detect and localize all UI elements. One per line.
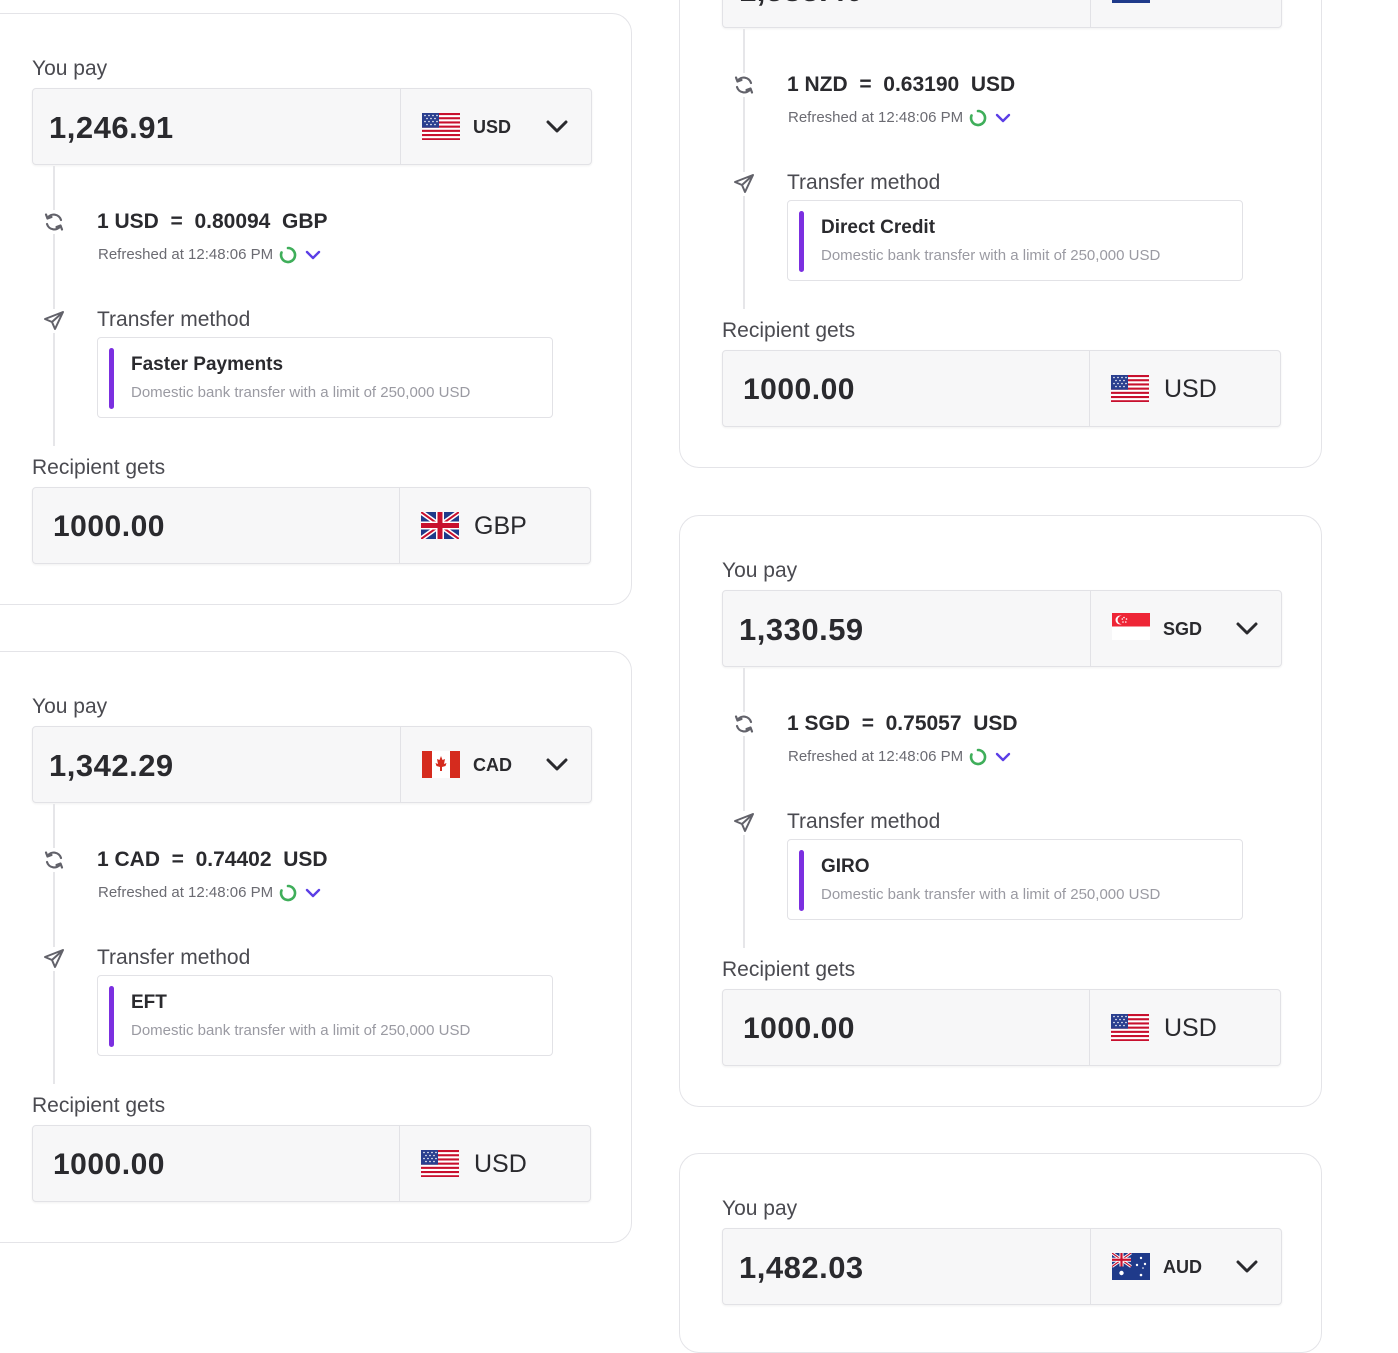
- recipient-currency-code: USD: [1164, 1014, 1217, 1042]
- pay-amount-value[interactable]: 1,330.59: [739, 591, 864, 668]
- method-name: Faster Payments: [131, 354, 284, 375]
- refresh-cycle-icon: [42, 210, 66, 234]
- pay-amount-value[interactable]: 1,246.91: [49, 89, 174, 166]
- you-pay-label: You pay: [32, 695, 108, 718]
- pay-amount-field[interactable]: 1,330.59 SGD: [722, 590, 1282, 667]
- loading-spinner-icon: [969, 748, 987, 766]
- exchange-rate: 1 SGD = 0.75057 USD: [787, 712, 1018, 735]
- transfer-method-label: Transfer method: [787, 171, 941, 194]
- paper-plane-icon: [42, 947, 66, 971]
- ca-flag-icon: [422, 751, 460, 778]
- us-flag-icon: [422, 113, 460, 140]
- pay-currency-code[interactable]: AUD: [1163, 1229, 1202, 1306]
- chevron-down-icon[interactable]: [1235, 1257, 1259, 1277]
- transfer-card-aud: You pay 1,482.03 AUD: [679, 1153, 1322, 1353]
- pay-currency-code[interactable]: SGD: [1163, 591, 1202, 668]
- chevron-down-icon[interactable]: [1235, 619, 1259, 639]
- recipient-currency-code: USD: [1164, 375, 1217, 403]
- chevron-down-icon[interactable]: [305, 249, 321, 261]
- recipient-gets-label: Recipient gets: [722, 958, 856, 981]
- chevron-down-icon[interactable]: [305, 887, 321, 899]
- gb-flag-icon: [421, 512, 459, 539]
- transfer-method-option[interactable]: Faster Payments Domestic bank transfer w…: [97, 337, 553, 418]
- us-flag-icon: [1111, 375, 1149, 402]
- method-description: Domestic bank transfer with a limit of 2…: [131, 384, 471, 401]
- refreshed-time: Refreshed at 12:48:06 PM: [98, 246, 321, 264]
- method-name: EFT: [131, 992, 167, 1013]
- loading-spinner-icon: [279, 246, 297, 264]
- recipient-currency-code: USD: [474, 1150, 527, 1178]
- refresh-cycle-icon: [42, 848, 66, 872]
- exchange-rate: 1 NZD = 0.63190 USD: [787, 73, 1016, 96]
- method-name: Direct Credit: [821, 217, 936, 238]
- transfer-card-sgd: You pay 1,330.59 SGD 1 SGD = 0.75057 USD…: [679, 515, 1322, 1107]
- loading-spinner-icon: [969, 109, 987, 127]
- refresh-cycle-icon: [732, 73, 756, 97]
- pay-amount-value[interactable]: 1,583.40: [739, 0, 864, 29]
- refreshed-time: Refreshed at 12:48:06 PM: [788, 748, 1011, 766]
- refreshed-time: Refreshed at 12:48:06 PM: [788, 109, 1011, 127]
- recipient-amount-field[interactable]: 1000.00 USD: [722, 350, 1281, 427]
- us-flag-icon: [421, 1150, 459, 1177]
- method-description: Domestic bank transfer with a limit of 2…: [821, 886, 1161, 903]
- chevron-down-icon[interactable]: [545, 755, 569, 775]
- recipient-amount-value[interactable]: 1000.00: [743, 990, 855, 1067]
- recipient-amount-value[interactable]: 1000.00: [53, 488, 165, 565]
- loading-spinner-icon: [279, 884, 297, 902]
- transfer-card-gbp: You pay 1,246.91 USD 1 USD = 0.80094 GBP…: [0, 13, 632, 605]
- pay-amount-value[interactable]: 1,482.03: [739, 1229, 864, 1306]
- chevron-down-icon[interactable]: [545, 117, 569, 137]
- recipient-amount-field[interactable]: 1000.00 USD: [32, 1125, 591, 1202]
- refreshed-time: Refreshed at 12:48:06 PM: [98, 884, 321, 902]
- pay-amount-field[interactable]: 1,246.91 USD: [32, 88, 592, 165]
- recipient-gets-label: Recipient gets: [32, 1094, 166, 1117]
- paper-plane-icon: [42, 309, 66, 333]
- transfer-card-nzd: 1,583.40 1 NZD = 0.63190 USD Refreshed a…: [679, 0, 1322, 468]
- transfer-method-option[interactable]: GIRO Domestic bank transfer with a limit…: [787, 839, 1243, 920]
- recipient-amount-value[interactable]: 1000.00: [743, 351, 855, 428]
- transfer-method-option[interactable]: EFT Domestic bank transfer with a limit …: [97, 975, 553, 1056]
- recipient-amount-field[interactable]: 1000.00 GBP: [32, 487, 591, 564]
- method-name: GIRO: [821, 856, 870, 877]
- you-pay-label: You pay: [722, 1197, 798, 1220]
- recipient-gets-label: Recipient gets: [722, 319, 856, 342]
- method-description: Domestic bank transfer with a limit of 2…: [131, 1022, 471, 1039]
- pay-amount-field[interactable]: 1,342.29 CAD: [32, 726, 592, 803]
- chevron-down-icon[interactable]: [995, 751, 1011, 763]
- transfer-card-cad: You pay 1,342.29 CAD 1 CAD = 0.74402 USD…: [0, 651, 632, 1243]
- recipient-amount-value[interactable]: 1000.00: [53, 1126, 165, 1203]
- recipient-amount-field[interactable]: 1000.00 USD: [722, 989, 1281, 1066]
- chevron-down-icon[interactable]: [995, 112, 1011, 124]
- exchange-rate: 1 USD = 0.80094 GBP: [97, 210, 328, 233]
- transfer-method-label: Transfer method: [97, 308, 251, 331]
- pay-amount-value[interactable]: 1,342.29: [49, 727, 174, 804]
- you-pay-label: You pay: [722, 559, 798, 582]
- au-flag-icon: [1112, 1253, 1150, 1280]
- pay-currency-code[interactable]: USD: [473, 89, 511, 166]
- refresh-cycle-icon: [732, 712, 756, 736]
- transfer-method-option[interactable]: Direct Credit Domestic bank transfer wit…: [787, 200, 1243, 281]
- you-pay-label: You pay: [32, 57, 108, 80]
- transfer-method-label: Transfer method: [97, 946, 251, 969]
- pay-currency-code[interactable]: CAD: [473, 727, 512, 804]
- paper-plane-icon: [732, 172, 756, 196]
- us-flag-icon: [1111, 1014, 1149, 1041]
- sg-flag-icon: [1112, 613, 1150, 640]
- pay-amount-field[interactable]: 1,583.40: [722, 0, 1282, 28]
- recipient-currency-code: GBP: [474, 512, 527, 540]
- pay-amount-field[interactable]: 1,482.03 AUD: [722, 1228, 1282, 1305]
- transfer-method-label: Transfer method: [787, 810, 941, 833]
- method-description: Domestic bank transfer with a limit of 2…: [821, 247, 1161, 264]
- recipient-gets-label: Recipient gets: [32, 456, 166, 479]
- exchange-rate: 1 CAD = 0.74402 USD: [97, 848, 328, 871]
- nz-flag-icon: [1112, 0, 1150, 3]
- paper-plane-icon: [732, 811, 756, 835]
